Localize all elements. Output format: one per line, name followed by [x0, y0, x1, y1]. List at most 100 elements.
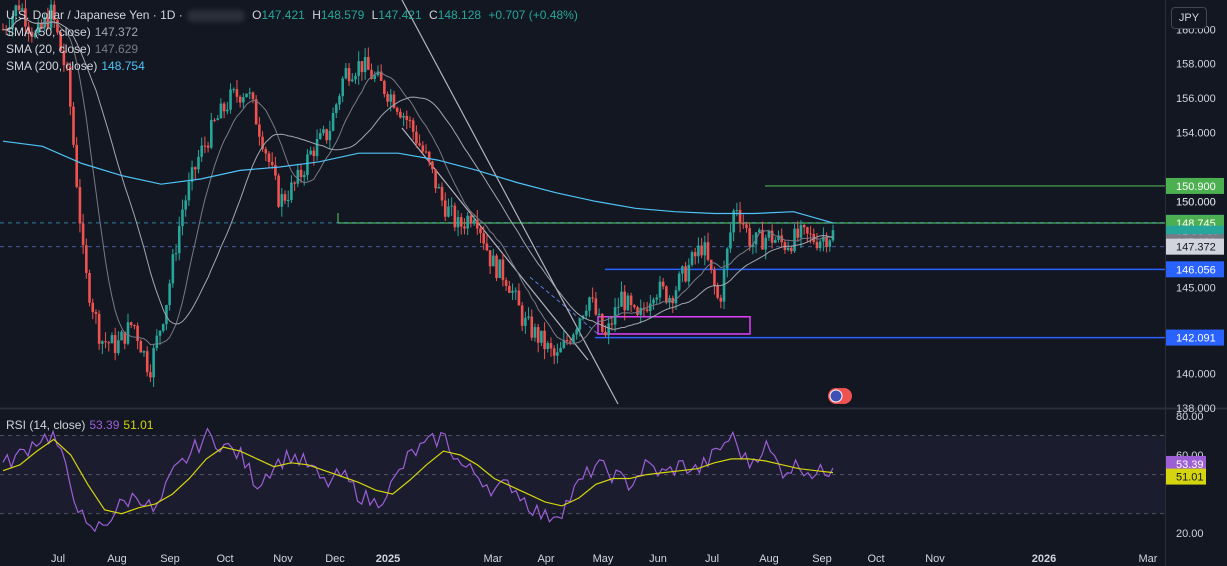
x-tick-label: Jun	[649, 553, 667, 565]
rsi-y-tick-label: 80.00	[1176, 411, 1204, 423]
currency-button[interactable]: JPY	[1171, 7, 1207, 29]
candle-body	[806, 227, 809, 234]
x-tick-label: Dec	[325, 553, 345, 565]
candle-body	[235, 89, 239, 97]
indicator-sma50[interactable]: SMA (50, close) 147.372	[6, 25, 142, 39]
candle-body	[703, 242, 707, 256]
candle-body	[155, 335, 159, 349]
price-label: 146.056	[1176, 264, 1216, 276]
candle-body	[81, 223, 85, 246]
candle-body	[504, 280, 508, 286]
candle-body	[623, 291, 626, 311]
candle-body	[312, 150, 316, 157]
candle-body	[242, 97, 245, 103]
candle-body	[658, 281, 662, 298]
candle-body	[665, 286, 668, 303]
rsi-label: RSI (14, close)	[6, 418, 86, 432]
candle-body	[456, 217, 460, 228]
chart-canvas[interactable]: 160.000158.000156.000154.000150.000140.0…	[0, 0, 1227, 566]
sma20-value: 147.629	[94, 42, 139, 56]
candle-body	[331, 113, 335, 131]
candle-body	[482, 233, 485, 244]
rsi-label: 51.01	[1176, 472, 1204, 484]
candle-body	[94, 312, 98, 314]
x-tick-label: Apr	[537, 553, 554, 565]
candle-body	[318, 133, 322, 139]
candle-body	[360, 61, 364, 73]
channel-lower-line	[401, 127, 589, 361]
candle-body	[831, 230, 835, 241]
candle-body	[616, 306, 620, 308]
price-label: 142.091	[1176, 333, 1216, 345]
x-tick-label: Jul	[705, 553, 719, 565]
candle-body	[78, 186, 82, 224]
candle-body	[315, 138, 319, 157]
indicator-sma20[interactable]: SMA (20, close) 147.629	[6, 42, 142, 56]
candle-body	[399, 111, 402, 118]
candle-body	[267, 153, 271, 163]
candle-body	[790, 247, 793, 252]
x-tick-label: Oct	[216, 553, 233, 565]
indicator-sma200[interactable]: SMA (200, close) 148.754	[6, 59, 149, 73]
candle-body	[72, 106, 75, 145]
candle-body	[325, 129, 328, 141]
symbol-header: U.S. Dollar / Japanese Yen · 1D · O147.4…	[6, 8, 582, 22]
candle-body	[437, 186, 441, 189]
rsi-header[interactable]: RSI (14, close) 53.39 51.01	[6, 418, 157, 432]
candle-body	[322, 129, 325, 134]
candle-body	[511, 290, 514, 293]
candle-body	[363, 56, 367, 73]
candle-body	[219, 103, 223, 119]
candle-body	[540, 330, 543, 343]
channel-upper-line	[401, 0, 619, 405]
high-value: 148.579	[320, 8, 365, 22]
candle-body	[107, 342, 111, 344]
candle-body	[607, 323, 610, 336]
x-tick-label: 2026	[1032, 553, 1056, 565]
candle-body	[126, 322, 130, 344]
candle-body	[386, 94, 389, 102]
candle-body	[286, 200, 290, 202]
candle-body	[85, 245, 88, 273]
x-tick-label: Mar	[484, 553, 503, 565]
rsi-y-tick-label: 20.00	[1176, 528, 1204, 540]
x-tick-label: Oct	[867, 553, 884, 565]
candle-body	[527, 316, 530, 318]
candle-body	[158, 330, 162, 336]
candle-body	[424, 151, 428, 153]
candle-body	[309, 150, 312, 155]
candle-body	[405, 115, 409, 120]
y-tick-label: 140.000	[1176, 369, 1216, 381]
rsi-band-fill	[0, 435, 1165, 514]
candle-body	[258, 124, 261, 137]
sma200-label: SMA (200, close)	[6, 59, 98, 73]
candle-body	[453, 205, 457, 228]
candle-body	[610, 323, 614, 325]
candle-body	[543, 330, 546, 350]
candle-body	[552, 348, 556, 356]
open-value: 147.421	[261, 8, 305, 22]
price-label: 150.900	[1176, 181, 1216, 193]
us-flag-icon	[829, 389, 843, 403]
candle-body	[270, 162, 274, 166]
candle-body	[649, 303, 652, 312]
candle-body	[600, 313, 604, 332]
candle-body	[383, 80, 386, 95]
candle-body	[588, 297, 591, 311]
candle-body	[338, 96, 341, 105]
candle-body	[597, 313, 601, 315]
candle-body	[774, 240, 777, 243]
candle-body	[229, 89, 232, 110]
sma50-value: 147.372	[94, 25, 139, 39]
candle-body	[139, 340, 143, 353]
candle-body	[713, 269, 716, 286]
candle-body	[559, 347, 562, 353]
candle-body	[395, 107, 399, 112]
candle-body	[745, 224, 748, 229]
candle-body	[655, 297, 659, 300]
candle-body	[796, 228, 800, 238]
x-tick-label: Sep	[812, 553, 832, 565]
candle-body	[700, 245, 703, 256]
rsi-value: 53.39	[89, 418, 120, 432]
candle-body	[238, 96, 242, 103]
